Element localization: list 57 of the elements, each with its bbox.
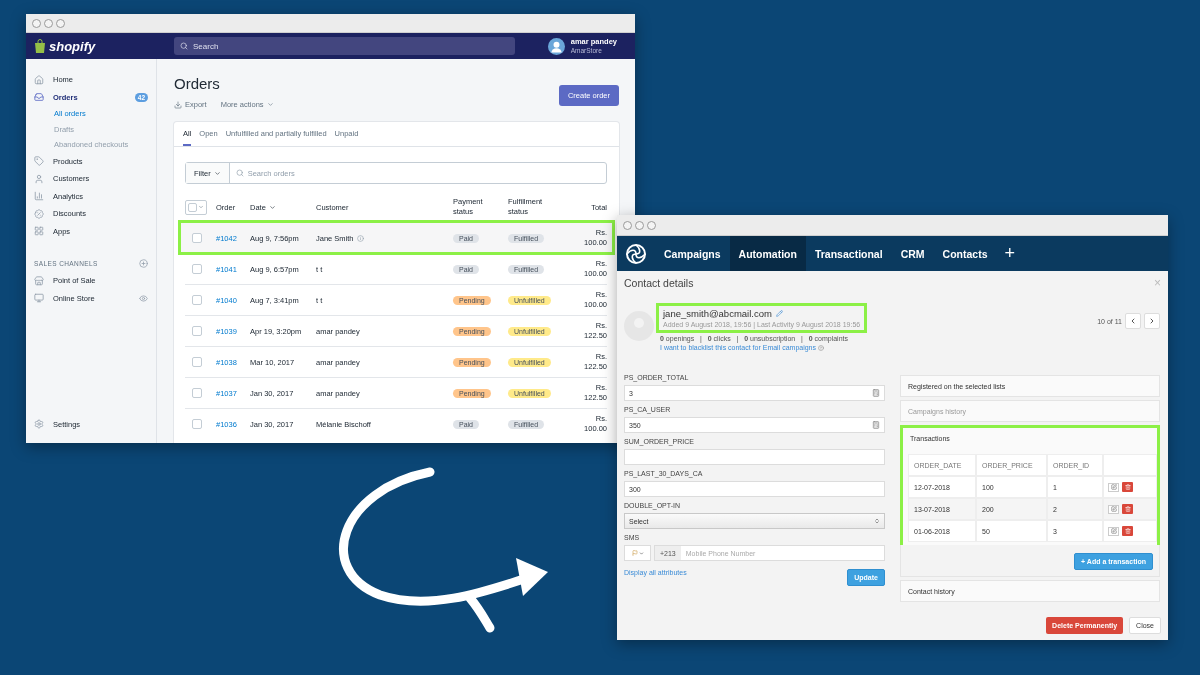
row-checkbox[interactable] xyxy=(192,357,202,367)
pencil-icon[interactable] xyxy=(775,310,783,317)
row-checkbox[interactable] xyxy=(192,326,202,336)
nav-tab[interactable]: Transactional xyxy=(805,236,892,271)
add-button[interactable]: + xyxy=(996,236,1023,271)
contact-email: jane_smith@abcmail.com xyxy=(663,308,772,319)
page-title: Orders xyxy=(174,75,221,92)
edit-button[interactable] xyxy=(1108,526,1119,536)
swirl-logo-icon xyxy=(625,242,647,265)
nav-icon xyxy=(34,226,44,237)
caret-icon xyxy=(268,203,276,211)
nav-tab[interactable]: CRM xyxy=(891,236,934,271)
chevron-right-icon xyxy=(1148,317,1156,325)
nav-icon xyxy=(34,92,44,103)
info-icon[interactable] xyxy=(356,234,364,242)
eye-icon[interactable] xyxy=(139,293,148,303)
download-icon xyxy=(174,100,182,109)
nav-icon xyxy=(34,156,44,167)
calculator-icon[interactable] xyxy=(872,389,880,397)
next-button[interactable] xyxy=(1144,313,1160,329)
search-field[interactable]: Search xyxy=(174,37,515,55)
select-all-checkbox[interactable] xyxy=(185,199,207,215)
edit-button[interactable] xyxy=(1108,482,1119,492)
delete-button[interactable] xyxy=(1122,526,1133,536)
help-icon[interactable] xyxy=(818,344,824,351)
avatar-icon[interactable] xyxy=(547,37,565,55)
row-checkbox[interactable] xyxy=(192,388,202,398)
nav-tab[interactable]: Campaigns xyxy=(655,236,730,271)
dialog-title: Contact details xyxy=(624,277,694,289)
logo-text: shopify xyxy=(49,38,96,54)
input-field[interactable] xyxy=(624,449,885,465)
add-icon[interactable] xyxy=(139,258,148,268)
country-dropdown[interactable] xyxy=(624,545,651,561)
store-icon xyxy=(34,293,44,304)
row-checkbox[interactable] xyxy=(192,295,202,305)
row-checkbox[interactable] xyxy=(192,264,202,274)
nav-icon xyxy=(34,173,44,184)
delete-button[interactable] xyxy=(1122,504,1133,514)
store-icon xyxy=(34,275,44,286)
nav-icon xyxy=(34,208,44,219)
chevron-left-icon xyxy=(1129,317,1137,325)
delete-button[interactable] xyxy=(1122,482,1133,492)
shopping-bag-icon xyxy=(34,39,46,53)
edit-button[interactable] xyxy=(1108,504,1119,514)
caret-icon xyxy=(266,101,274,108)
previous-button[interactable] xyxy=(1125,313,1141,329)
nav-icon xyxy=(34,191,44,202)
nav-tab[interactable]: Automation xyxy=(729,236,806,271)
row-checkbox[interactable] xyxy=(192,233,202,243)
nav-tab[interactable]: Contacts xyxy=(933,236,997,271)
row-checkbox[interactable] xyxy=(192,419,202,429)
caret-icon xyxy=(198,204,204,210)
settings-icon xyxy=(34,419,44,430)
nav-icon xyxy=(34,74,44,85)
calculator-icon[interactable] xyxy=(872,421,880,429)
caret-icon xyxy=(638,550,644,556)
search-icon xyxy=(180,42,188,50)
